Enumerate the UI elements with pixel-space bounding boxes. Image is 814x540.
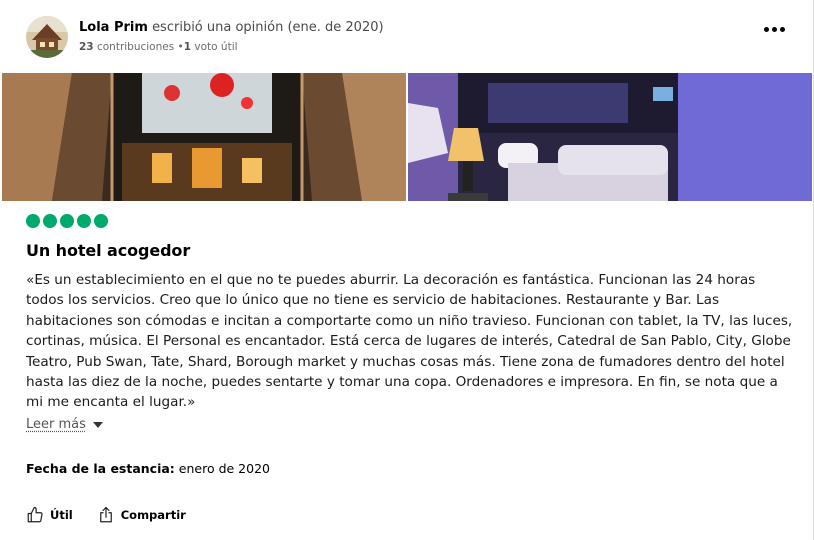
author-meta: Lola Prim escribió una opinión (ene. de … bbox=[79, 19, 384, 55]
review-photo-room[interactable] bbox=[408, 73, 812, 201]
review-header: Lola Prim escribió una opinión (ene. de … bbox=[26, 15, 384, 59]
contributions-count: 23 bbox=[79, 41, 94, 53]
share-icon bbox=[99, 506, 112, 523]
helpful-label: Útil bbox=[50, 508, 73, 522]
chevron-down-icon bbox=[92, 421, 103, 428]
review-actions: Útil Compartir bbox=[26, 506, 210, 524]
rating-bubble bbox=[94, 214, 108, 228]
review-photos bbox=[2, 73, 812, 201]
more-options-icon[interactable] bbox=[761, 20, 787, 38]
rating-bubble bbox=[77, 214, 91, 228]
author-line: Lola Prim escribió una opinión (ene. de … bbox=[79, 19, 384, 37]
read-more-button[interactable]: Leer más bbox=[26, 417, 103, 432]
read-more-label: Leer más bbox=[26, 417, 86, 432]
helpful-votes-label: voto útil bbox=[194, 41, 238, 53]
rating-bubble bbox=[26, 214, 40, 228]
thumbs-up-icon bbox=[27, 506, 43, 523]
review-card: Lola Prim escribió una opinión (ene. de … bbox=[0, 0, 814, 540]
author-name[interactable]: Lola Prim bbox=[79, 20, 148, 35]
avatar[interactable] bbox=[26, 16, 68, 58]
stay-date-value: enero de 2020 bbox=[178, 461, 270, 476]
review-title[interactable]: Un hotel acogedor bbox=[26, 240, 190, 262]
stay-date-label: Fecha de la estancia: bbox=[26, 461, 175, 476]
more-dot bbox=[779, 26, 785, 32]
review-photo-atrium[interactable] bbox=[2, 73, 406, 201]
author-stats: 23 contribuciones •1 voto útil bbox=[79, 39, 384, 55]
rating-bubble bbox=[43, 214, 57, 228]
contributions-label: contribuciones bbox=[96, 41, 175, 53]
review-action-text: escribió una opinión (ene. de 2020) bbox=[152, 20, 384, 35]
rating-bubble bbox=[60, 214, 74, 228]
review-body: «Es un establecimiento en el que no te p… bbox=[26, 272, 793, 411]
more-dot bbox=[771, 26, 777, 32]
helpful-count: 1 bbox=[183, 41, 192, 53]
more-dot bbox=[763, 26, 769, 32]
rating-bubbles bbox=[26, 214, 108, 228]
share-button[interactable]: Compartir bbox=[97, 506, 186, 524]
stay-date: Fecha de la estancia: enero de 2020 bbox=[26, 460, 270, 478]
share-label: Compartir bbox=[120, 508, 186, 522]
helpful-button[interactable]: Útil bbox=[26, 506, 73, 524]
